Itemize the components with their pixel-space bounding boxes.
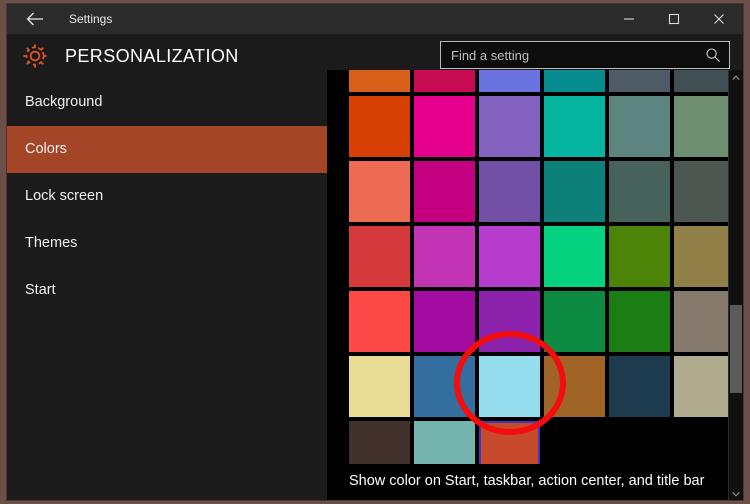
color-swatch[interactable] bbox=[479, 70, 540, 92]
color-swatch[interactable] bbox=[609, 291, 670, 352]
color-swatch[interactable] bbox=[544, 226, 605, 287]
color-swatch[interactable] bbox=[414, 226, 475, 287]
color-swatch[interactable] bbox=[414, 291, 475, 352]
color-picker-pane bbox=[327, 70, 743, 500]
swatch-row bbox=[349, 161, 741, 222]
sidebar-item-themes[interactable]: Themes bbox=[7, 220, 327, 267]
color-swatch[interactable] bbox=[674, 161, 735, 222]
sidebar-item-colors[interactable]: Colors bbox=[7, 126, 327, 173]
window-inner: Settings PERSONALIZATION Find a setting … bbox=[6, 3, 744, 501]
color-swatch[interactable] bbox=[674, 96, 735, 157]
color-swatch[interactable] bbox=[609, 70, 670, 92]
color-swatch[interactable] bbox=[674, 291, 735, 352]
color-swatch[interactable] bbox=[349, 161, 410, 222]
color-swatch[interactable] bbox=[479, 291, 540, 352]
close-button[interactable] bbox=[696, 4, 741, 34]
scrollbar-thumb[interactable] bbox=[730, 305, 742, 393]
color-swatch[interactable] bbox=[414, 70, 475, 92]
sidebar-item-label: Lock screen bbox=[25, 188, 104, 204]
swatch-row bbox=[349, 356, 741, 417]
color-swatch[interactable] bbox=[414, 356, 475, 417]
settings-window: Settings PERSONALIZATION Find a setting … bbox=[0, 0, 750, 504]
swatch-row bbox=[349, 70, 741, 92]
maximize-button[interactable] bbox=[651, 4, 696, 34]
sidebar-item-label: Themes bbox=[25, 235, 78, 251]
sidebar-item-start[interactable]: Start bbox=[7, 267, 327, 314]
color-swatch[interactable] bbox=[674, 70, 735, 92]
swatch-row bbox=[349, 226, 741, 287]
color-swatch[interactable] bbox=[674, 226, 735, 287]
scroll-down-arrow-icon[interactable] bbox=[729, 486, 743, 500]
color-swatch[interactable] bbox=[544, 70, 605, 92]
color-swatch[interactable] bbox=[349, 96, 410, 157]
color-swatch[interactable] bbox=[544, 356, 605, 417]
color-swatch[interactable] bbox=[414, 96, 475, 157]
sidebar-nav: Background Colors Lock screen Themes Start bbox=[7, 79, 327, 500]
color-swatch[interactable] bbox=[674, 356, 735, 417]
color-swatch[interactable] bbox=[349, 291, 410, 352]
show-color-option-label: Show color on Start, taskbar, action cen… bbox=[349, 473, 705, 489]
search-box[interactable] bbox=[440, 41, 730, 69]
sidebar-item-background[interactable]: Background bbox=[7, 79, 327, 126]
color-swatch[interactable] bbox=[479, 96, 540, 157]
color-swatch[interactable] bbox=[544, 96, 605, 157]
sidebar-item-lock-screen[interactable]: Lock screen bbox=[7, 173, 327, 220]
color-swatch[interactable] bbox=[349, 70, 410, 92]
title-bar: Settings bbox=[7, 4, 743, 34]
scroll-up-arrow-icon[interactable] bbox=[729, 70, 743, 86]
search-icon[interactable] bbox=[705, 47, 721, 63]
color-swatch[interactable] bbox=[414, 161, 475, 222]
color-swatch[interactable] bbox=[349, 356, 410, 417]
color-swatch[interactable] bbox=[609, 226, 670, 287]
sidebar-item-label: Colors bbox=[25, 141, 67, 157]
gear-icon bbox=[19, 40, 51, 72]
window-title: Settings bbox=[69, 12, 113, 26]
swatch-row bbox=[349, 291, 741, 352]
minimize-button[interactable] bbox=[606, 4, 651, 34]
sidebar-item-label: Background bbox=[25, 94, 103, 110]
sidebar-item-label: Start bbox=[25, 282, 56, 298]
back-button[interactable] bbox=[15, 4, 55, 34]
content-scrollbar[interactable] bbox=[728, 70, 743, 500]
page-title: PERSONALIZATION bbox=[65, 46, 239, 66]
color-swatch[interactable] bbox=[479, 356, 540, 417]
color-swatch[interactable] bbox=[544, 291, 605, 352]
color-swatch[interactable] bbox=[609, 96, 670, 157]
color-swatch-grid bbox=[349, 70, 741, 486]
swatch-row bbox=[349, 96, 741, 157]
bottom-option-bar: Show color on Start, taskbar, action cen… bbox=[327, 464, 743, 500]
search-input[interactable] bbox=[441, 42, 699, 68]
color-swatch[interactable] bbox=[609, 161, 670, 222]
color-swatch[interactable] bbox=[544, 161, 605, 222]
color-swatch[interactable] bbox=[479, 226, 540, 287]
color-swatch[interactable] bbox=[479, 161, 540, 222]
color-swatch[interactable] bbox=[609, 356, 670, 417]
color-swatch[interactable] bbox=[349, 226, 410, 287]
